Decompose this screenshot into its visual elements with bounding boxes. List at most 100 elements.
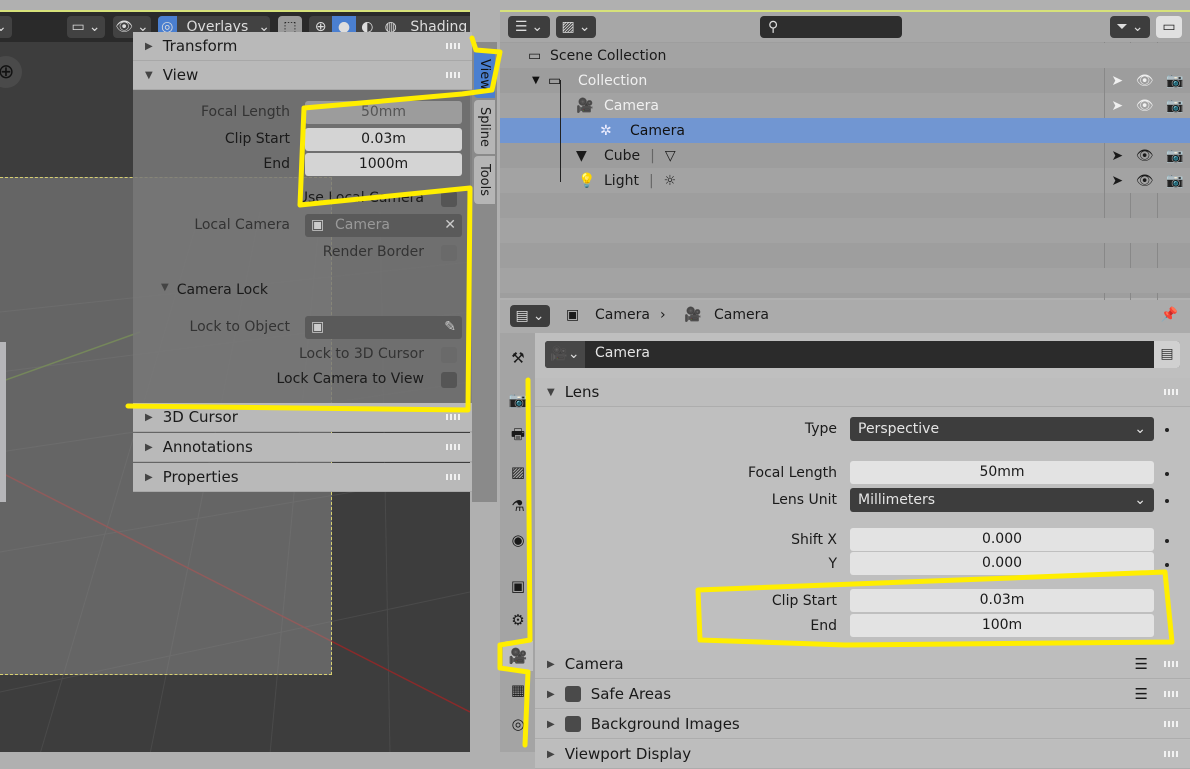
eye-icon[interactable]: 👁: [1136, 173, 1154, 189]
drag-grip-icon[interactable]: [446, 474, 460, 480]
render-camera-icon[interactable]: 📷: [1166, 148, 1183, 164]
clip-start-field[interactable]: 0.03m: [305, 128, 462, 151]
lens-clip-start-field[interactable]: 0.03m: [850, 589, 1154, 612]
new-collection-button[interactable]: ▭: [1156, 16, 1182, 38]
light-data-icon[interactable]: ☼: [664, 173, 677, 189]
panel-background-images[interactable]: ▶ Background Images: [535, 710, 1190, 739]
camera-lock-subpanel[interactable]: ▼ Camera Lock: [161, 282, 268, 298]
collection-visibility-button[interactable]: ▭ ⌄: [67, 16, 105, 38]
render-camera-icon[interactable]: 📷: [1166, 98, 1183, 114]
render-border-checkbox[interactable]: [441, 245, 457, 261]
breadcrumb-object[interactable]: Camera: [595, 307, 650, 323]
filter-icon: ⏷: [1116, 19, 1128, 35]
panel-3d-cursor[interactable]: ▶ 3D Cursor: [133, 403, 472, 432]
breadcrumb-data[interactable]: Camera: [714, 307, 769, 323]
drag-grip-icon[interactable]: [446, 444, 460, 450]
camera-data-tab-icon[interactable]: 🎥: [503, 641, 533, 671]
tab-view[interactable]: View: [474, 50, 495, 98]
collection-icon: ▭: [1162, 19, 1176, 35]
drag-grip-icon[interactable]: [446, 43, 460, 49]
background-images-checkbox[interactable]: [564, 716, 581, 732]
lens-unit-dropdown[interactable]: Millimeters ⌄: [850, 488, 1154, 512]
outliner-row-camera-data[interactable]: ✲ Camera: [500, 118, 1190, 143]
eyedropper-icon[interactable]: ✎: [444, 316, 456, 339]
lens-type-dropdown[interactable]: Perspective ⌄: [850, 417, 1154, 441]
drag-grip-icon[interactable]: [446, 72, 460, 78]
safe-areas-checkbox[interactable]: [564, 686, 581, 702]
panel-transform[interactable]: ▶ Transform: [133, 32, 472, 61]
expand-arrow[interactable]: ▼: [532, 75, 548, 86]
tab-spline[interactable]: Spline: [474, 100, 495, 154]
outliner-row-collection[interactable]: ▼ ▭ Collection ➤ 👁 📷: [500, 68, 1190, 93]
texture-tab-icon[interactable]: ▦: [503, 675, 533, 705]
focal-length-field[interactable]: 50mm: [305, 101, 462, 124]
camera-object-icon: ▣: [566, 307, 580, 323]
shift-y-field[interactable]: 0.000: [850, 552, 1154, 575]
render-camera-icon[interactable]: 📷: [1166, 173, 1183, 189]
filter-dropdown[interactable]: ⏷ ⌄: [1110, 16, 1150, 38]
output-tab-icon[interactable]: 🖶: [503, 421, 533, 451]
render-camera-icon[interactable]: 📷: [1166, 73, 1183, 89]
panel-lens[interactable]: ▼ Lens: [535, 378, 1190, 407]
datablock-selector[interactable]: 🎥⌄ Camera ▤: [545, 341, 1180, 368]
lens-focal-length-field[interactable]: 50mm: [850, 461, 1154, 484]
select-arrow-icon[interactable]: ➤: [1111, 173, 1123, 189]
editor-type-dropdown[interactable]: ▤ ⌄: [510, 305, 550, 327]
camera-data-browse-icon[interactable]: 🎥⌄: [545, 341, 585, 368]
eye-icon[interactable]: 👁: [1136, 148, 1154, 164]
light-object-icon: 💡: [578, 172, 596, 189]
pin-icon[interactable]: 📌: [1161, 307, 1178, 323]
lock-camera-to-view-checkbox[interactable]: [441, 372, 457, 388]
tool-tab-icon[interactable]: ⚒: [503, 343, 533, 373]
physics-tab-icon[interactable]: ◎: [503, 709, 533, 739]
camera-object-icon: 🎥: [576, 97, 594, 114]
panel-view[interactable]: ▼ View: [133, 61, 472, 90]
editor-type-dropdown[interactable]: ☰ ⌄: [508, 16, 550, 38]
select-arrow-icon[interactable]: ➤: [1111, 73, 1123, 89]
display-mode-dropdown[interactable]: ▨ ⌄: [556, 16, 596, 38]
lock-to-3d-cursor-checkbox[interactable]: [441, 347, 457, 363]
sidebar-tabs: View Spline Tools: [472, 42, 497, 502]
render-tab-icon[interactable]: 📷: [503, 385, 533, 415]
mesh-data-icon[interactable]: ▽: [665, 148, 676, 164]
view-panel-content: Focal Length 50mm Clip Start 0.03m End 1…: [133, 90, 472, 403]
breadcrumb-separator-icon: ›: [660, 307, 666, 323]
local-camera-field[interactable]: ▣ Camera ✕: [305, 214, 462, 237]
panel-camera[interactable]: ▶ Camera ☰: [535, 650, 1190, 679]
panel-properties[interactable]: ▶ Properties: [133, 463, 472, 492]
lock-to-object-field[interactable]: ▣ ✎: [305, 316, 462, 339]
presets-list-icon[interactable]: ☰: [1135, 685, 1148, 703]
constraints-tab-icon[interactable]: ⚙: [503, 605, 533, 635]
drag-grip-icon[interactable]: [1164, 389, 1178, 395]
eye-icon[interactable]: 👁: [1136, 73, 1154, 89]
select-arrow-icon[interactable]: ➤: [1111, 148, 1123, 164]
drag-grip-icon[interactable]: [1164, 691, 1178, 697]
panel-annotations[interactable]: ▶ Annotations: [133, 433, 472, 462]
drag-grip-icon[interactable]: [446, 414, 460, 420]
tab-tools[interactable]: Tools: [474, 156, 495, 204]
outliner-row-camera-object[interactable]: 🎥 Camera ➤ 👁 📷: [500, 93, 1190, 118]
drag-grip-icon[interactable]: [1164, 721, 1178, 727]
object-tab-icon[interactable]: ▣: [503, 571, 533, 601]
outliner-row-light[interactable]: 💡 Light | ☼ ➤ 👁 📷: [500, 168, 1190, 193]
shift-x-field[interactable]: 0.000: [850, 528, 1154, 551]
fake-user-icon[interactable]: ▤: [1154, 341, 1180, 368]
lens-clip-end-field[interactable]: 100m: [850, 614, 1154, 637]
panel-viewport-display[interactable]: ▶ Viewport Display: [535, 740, 1190, 769]
select-arrow-icon[interactable]: ➤: [1111, 98, 1123, 114]
drag-grip-icon[interactable]: [1164, 661, 1178, 667]
view-layer-tab-icon[interactable]: ▨: [503, 457, 533, 487]
mode-dropdown[interactable]: ⌄: [0, 16, 12, 38]
scene-tab-icon[interactable]: ⚗: [503, 491, 533, 521]
eye-icon[interactable]: 👁: [1136, 98, 1154, 114]
clear-x-icon[interactable]: ✕: [444, 214, 456, 237]
clip-end-field[interactable]: 1000m: [305, 153, 462, 176]
search-input[interactable]: ⚲: [760, 16, 902, 38]
outliner-row-scene-collection[interactable]: ▭ Scene Collection: [500, 43, 1190, 68]
datablock-name-field[interactable]: Camera: [595, 345, 650, 361]
outliner-row-cube[interactable]: ▼ Cube | ▽ ➤ 👁 📷: [500, 143, 1190, 168]
world-tab-icon[interactable]: ◉: [503, 525, 533, 555]
presets-list-icon[interactable]: ☰: [1135, 655, 1148, 673]
panel-safe-areas[interactable]: ▶ Safe Areas ☰: [535, 680, 1190, 709]
use-local-camera-checkbox[interactable]: [441, 191, 457, 207]
